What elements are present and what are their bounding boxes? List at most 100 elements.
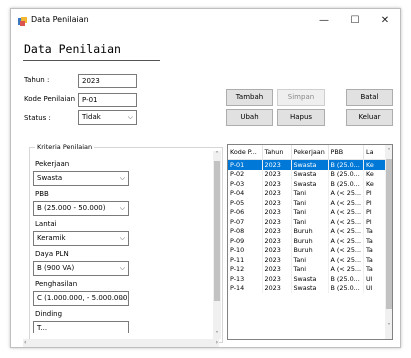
penilaian-datagrid[interactable]: Kode P... Tahun Pekerjaan PBB La P-01 2023 Swa…	[227, 144, 393, 340]
table-cell: Buruh	[291, 236, 329, 246]
kriteria-title: Kriteria Penilaian	[35, 143, 95, 151]
scroll-right-icon[interactable]: ›	[216, 339, 218, 347]
table-row[interactable]: P-07 2023 Tani A (< 25... Pl	[228, 217, 387, 227]
pekerjaan-value: Swasta	[37, 174, 63, 182]
table-row[interactable]: P-05 2023 Tani A (< 25... Pl	[228, 198, 387, 208]
dinding-value: T...	[37, 324, 48, 332]
table-row[interactable]: P-14 2023 Swasta B (25.0... Ul	[228, 283, 387, 293]
table-cell: B (25.0...	[328, 159, 365, 170]
table-cell: 2023	[262, 169, 292, 179]
table-cell: 2023	[262, 274, 292, 284]
table-cell: 2023	[262, 198, 292, 208]
table-cell: 2023	[262, 245, 292, 255]
scroll-up-icon[interactable]: ˄	[213, 151, 221, 159]
scroll-up-icon[interactable]: ˄	[385, 148, 392, 156]
table-row[interactable]: P-10 2023 Buruh A (< 25... Ta	[228, 245, 387, 255]
penghasilan-select[interactable]: C (1.000.000, - 5.000.000,) ⌵	[33, 291, 129, 306]
penghasilan-label: Penghasilan	[35, 280, 78, 288]
chevron-down-icon: ⌵	[119, 264, 125, 272]
chevron-down-icon: ⌵	[119, 234, 125, 242]
table-cell: A (< 25...	[328, 188, 365, 198]
table-cell: Ul	[363, 283, 387, 293]
table-cell: B (25.0...	[328, 274, 365, 284]
table-cell: 2023	[262, 264, 292, 274]
table-cell: Tani	[291, 264, 329, 274]
table-row[interactable]: P-08 2023 Buruh A (< 25... Ta	[228, 226, 387, 236]
tambah-button[interactable]: Tambah	[226, 89, 273, 106]
table-row[interactable]: P-12 2023 Tani A (< 25... Ta	[228, 264, 387, 274]
hapus-button[interactable]: Hapus	[277, 109, 325, 126]
grid-scrollbar[interactable]: ˄ ˅	[385, 145, 392, 339]
scroll-left-icon[interactable]: ‹	[24, 339, 26, 347]
table-cell: Swasta	[291, 283, 329, 293]
pbb-label: PBB	[35, 190, 49, 198]
lantai-value: Keramik	[37, 234, 66, 242]
scroll-thumb[interactable]	[386, 159, 392, 309]
table-cell: 2023	[262, 283, 292, 293]
title-bar: Data Penilaian — ☐ ✕	[11, 9, 400, 35]
table-cell: P-10	[228, 245, 263, 255]
table-cell: Buruh	[291, 245, 329, 255]
table-row[interactable]: P-01 2023 Swasta B (25.0... Ke	[228, 159, 387, 170]
column-header[interactable]: Pekerjaan	[291, 145, 329, 160]
pbb-select[interactable]: B (25.000 - 50.000) ⌵	[33, 201, 129, 216]
lantai-select[interactable]: Keramik ⌵	[33, 231, 129, 246]
tahun-field[interactable]: 2023	[78, 74, 137, 88]
table-row[interactable]: P-02 2023 Swasta B (25.0... Ke	[228, 169, 387, 179]
scroll-thumb[interactable]	[214, 161, 220, 301]
scroll-down-icon[interactable]: ˅	[385, 323, 392, 331]
column-header[interactable]: Tahun	[262, 145, 292, 160]
kriteria-hscrollbar[interactable]: ‹ ›	[23, 339, 219, 347]
dinding-select[interactable]: T...	[33, 321, 129, 333]
table-cell: A (< 25...	[328, 264, 365, 274]
close-button[interactable]: ✕	[371, 11, 399, 31]
dinding-label: Dinding	[35, 310, 63, 318]
table-cell: A (< 25...	[328, 236, 365, 246]
table-cell: Swasta	[291, 169, 329, 179]
table-row[interactable]: P-13 2023 Swasta B (25.0... Ul	[228, 274, 387, 284]
table-cell: Ke	[363, 179, 387, 189]
table-cell: Ul	[363, 274, 387, 284]
table-row[interactable]: P-03 2023 Swasta B (25.0... Ke	[228, 179, 387, 189]
datagrid-body: P-01 2023 Swasta B (25.0... Ke P-02 2023 Swasta…	[228, 159, 387, 293]
table-cell: P-08	[228, 226, 263, 236]
status-select[interactable]: Tidak ⌵	[78, 110, 137, 125]
simpan-button[interactable]: Simpan	[277, 89, 325, 106]
table-row[interactable]: P-06 2023 Tani A (< 25... Pl	[228, 207, 387, 217]
column-header[interactable]: Kode P...	[228, 145, 263, 160]
table-cell: 2023	[262, 217, 292, 227]
column-header[interactable]: La	[363, 145, 387, 160]
scroll-down-icon[interactable]: ˅	[213, 331, 221, 339]
kode-penilaian-field[interactable]: P-01	[78, 93, 137, 107]
table-cell: P-04	[228, 188, 263, 198]
table-cell: Ke	[363, 169, 387, 179]
table-cell: P-13	[228, 274, 263, 284]
daya-pln-value: B (900 VA)	[37, 264, 75, 272]
ubah-button[interactable]: Ubah	[226, 109, 273, 126]
column-header[interactable]: PBB	[328, 145, 365, 160]
pekerjaan-select[interactable]: Swasta ⌵	[33, 171, 129, 186]
table-row[interactable]: P-09 2023 Buruh A (< 25... Ta	[228, 236, 387, 246]
table-cell: P-01	[228, 159, 263, 170]
table-row[interactable]: P-11 2023 Tani A (< 25... Ta	[228, 255, 387, 265]
table-cell: Pl	[363, 217, 387, 227]
daya-pln-select[interactable]: B (900 VA) ⌵	[33, 261, 129, 276]
penghasilan-value: C (1.000.000, - 5.000.000,)	[37, 294, 129, 302]
table-row[interactable]: P-04 2023 Tani A (< 25... Pl	[228, 188, 387, 198]
app-icon	[18, 17, 27, 26]
table-cell: P-12	[228, 264, 263, 274]
batal-button[interactable]: Batal	[346, 89, 393, 106]
table-cell: Pl	[363, 188, 387, 198]
datagrid-header-row: Kode P... Tahun Pekerjaan PBB La	[228, 145, 387, 160]
app-window: Data Penilaian — ☐ ✕ Data Penilaian Tahu…	[10, 8, 401, 348]
table-cell: Tani	[291, 198, 329, 208]
kriteria-scrollbar[interactable]: ˄ ˅	[213, 151, 221, 339]
table-cell: P-05	[228, 198, 263, 208]
table-cell: A (< 25...	[328, 255, 365, 265]
minimize-button[interactable]: —	[310, 11, 338, 31]
chevron-down-icon: ⌵	[127, 113, 133, 121]
maximize-button[interactable]: ☐	[341, 11, 369, 31]
table-cell: B (25.0...	[328, 169, 365, 179]
table-cell: Ta	[363, 245, 387, 255]
keluar-button[interactable]: Keluar	[346, 109, 393, 126]
